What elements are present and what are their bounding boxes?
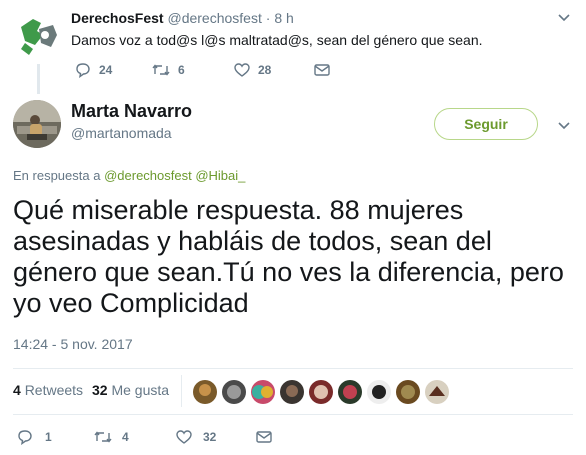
main-author-handle[interactable]: @martanomada [71, 125, 172, 141]
parent-tweet-text: Damos voz a tod@s l@s maltratad@s, sean … [71, 32, 483, 48]
main-reply-button[interactable]: 1 [16, 429, 52, 445]
separator-dot: · [265, 10, 271, 26]
like-icon [176, 430, 192, 444]
divider-bottom [13, 414, 573, 415]
tweet-timestamp[interactable]: 14:24 - 5 nov. 2017 [13, 336, 133, 352]
likes-label: Me gusta [111, 382, 170, 398]
likes-stat[interactable]: 32 Me gusta [92, 382, 169, 398]
liker-avatar[interactable] [338, 380, 362, 404]
retweet-icon [94, 431, 112, 443]
derechosfest-avatar[interactable] [13, 9, 63, 59]
liker-avatar[interactable] [280, 380, 304, 404]
reply-to-users[interactable]: @derechosfest @Hibai_ [104, 168, 245, 183]
chevron-down-icon [558, 14, 570, 22]
liker-avatar[interactable] [367, 380, 391, 404]
main-more-button[interactable] [557, 118, 571, 135]
reply-to-prefix: En respuesta a [13, 168, 101, 183]
marta-avatar[interactable] [13, 100, 61, 148]
main-dm-button[interactable] [255, 429, 273, 445]
liker-avatars [193, 380, 449, 404]
stats-divider [181, 375, 182, 407]
liker-avatar[interactable] [222, 380, 246, 404]
dm-icon [256, 431, 272, 443]
parent-dm-button[interactable] [313, 62, 331, 78]
thread-line [37, 64, 40, 94]
parent-tweet-time[interactable]: 8 h [274, 10, 293, 26]
parent-reply-button[interactable]: 24 [74, 62, 112, 78]
parent-like-count: 28 [258, 63, 272, 77]
reply-icon [18, 430, 32, 445]
retweets-count: 4 [13, 382, 21, 398]
profile-photo [13, 100, 61, 148]
parent-retweet-button[interactable]: 6 [151, 62, 185, 78]
liker-avatar[interactable] [309, 380, 333, 404]
retweets-label: Retweets [24, 382, 84, 398]
main-retweet-button[interactable]: 4 [93, 429, 129, 445]
likes-count: 32 [92, 382, 108, 398]
derechosfest-logo [13, 9, 63, 59]
parent-more-button[interactable] [557, 10, 571, 27]
liker-avatar[interactable] [251, 380, 275, 404]
main-reply-count: 1 [45, 430, 52, 444]
parent-author-name[interactable]: DerechosFest [71, 10, 164, 26]
retweets-stat[interactable]: 4 Retweets [13, 382, 83, 398]
reply-icon [76, 63, 90, 78]
divider-top [13, 368, 573, 369]
main-like-count: 32 [203, 430, 217, 444]
liker-avatar[interactable] [425, 380, 449, 404]
chevron-down-icon [558, 122, 570, 130]
main-tweet-text: Qué miserable respuesta. 88 mujeres ases… [13, 195, 564, 318]
dm-icon [314, 64, 330, 76]
parent-retweet-count: 6 [178, 63, 185, 77]
main-like-button[interactable]: 32 [175, 429, 216, 445]
parent-author-handle[interactable]: @derechosfest [167, 10, 261, 26]
parent-like-button[interactable]: 28 [233, 62, 271, 78]
liker-avatar[interactable] [396, 380, 420, 404]
parent-reply-count: 24 [99, 63, 113, 77]
parent-tweet-header: DerechosFest @derechosfest · 8 h [71, 10, 294, 26]
main-author-name[interactable]: Marta Navarro [71, 101, 192, 122]
liker-avatar[interactable] [193, 380, 217, 404]
reply-context: En respuesta a @derechosfest @Hibai_ [13, 168, 245, 183]
like-icon [234, 63, 250, 77]
main-retweet-count: 4 [122, 430, 129, 444]
retweet-icon [152, 64, 170, 76]
follow-button[interactable]: Seguir [434, 108, 538, 140]
